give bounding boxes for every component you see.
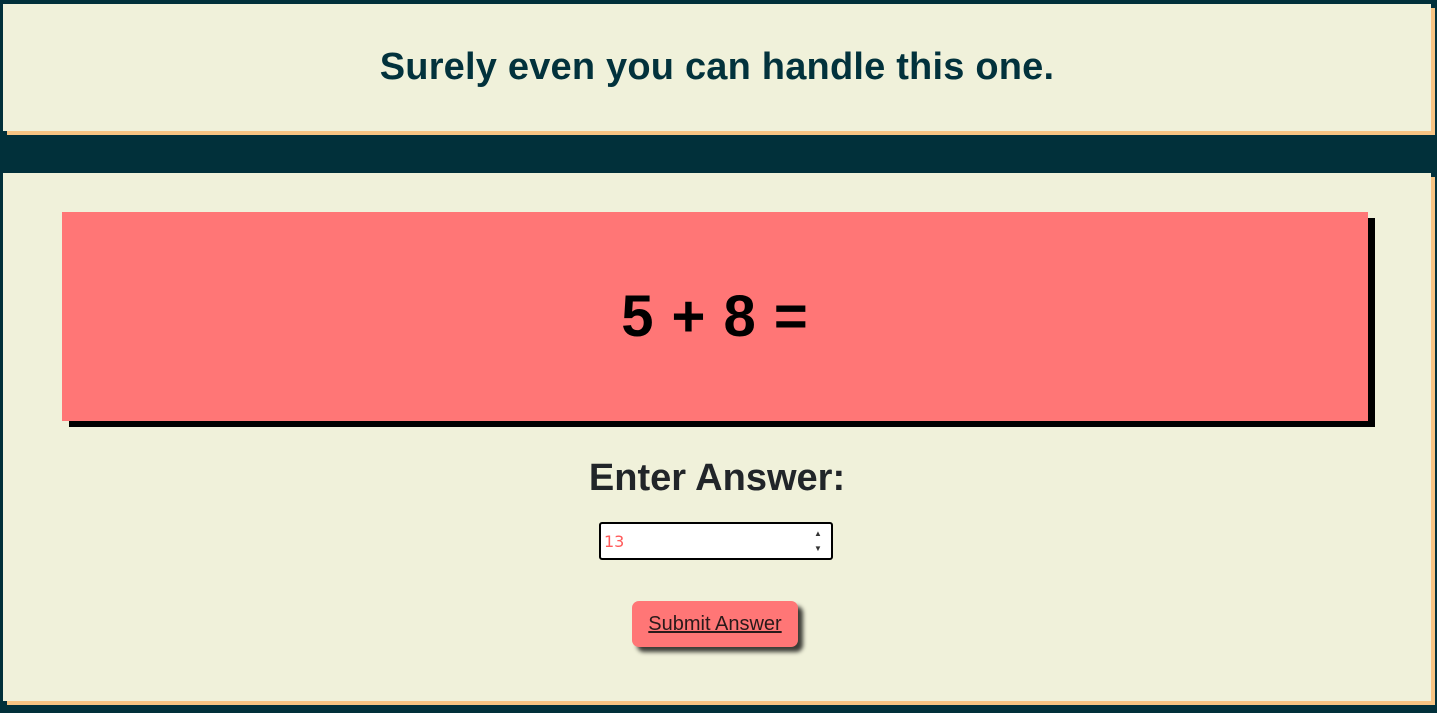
answer-field[interactable]: ▲ ▼ [599,522,833,560]
quiz-panel: 5 + 8 = Enter Answer: ▲ ▼ Submit Answer [3,173,1431,701]
answer-input[interactable] [601,524,806,558]
triangle-up-icon[interactable]: ▲ [811,527,825,540]
question-text: 5 + 8 = [621,284,809,349]
submit-answer-button[interactable]: Submit Answer [632,601,798,647]
number-spinner[interactable]: ▲ ▼ [810,527,826,555]
header-panel: Surely even you can handle this one. [3,4,1431,131]
answer-label: Enter Answer: [588,457,846,499]
page-title: Surely even you can handle this one. [379,46,1055,88]
question-card: 5 + 8 = [62,212,1368,421]
triangle-down-icon[interactable]: ▼ [811,542,825,555]
